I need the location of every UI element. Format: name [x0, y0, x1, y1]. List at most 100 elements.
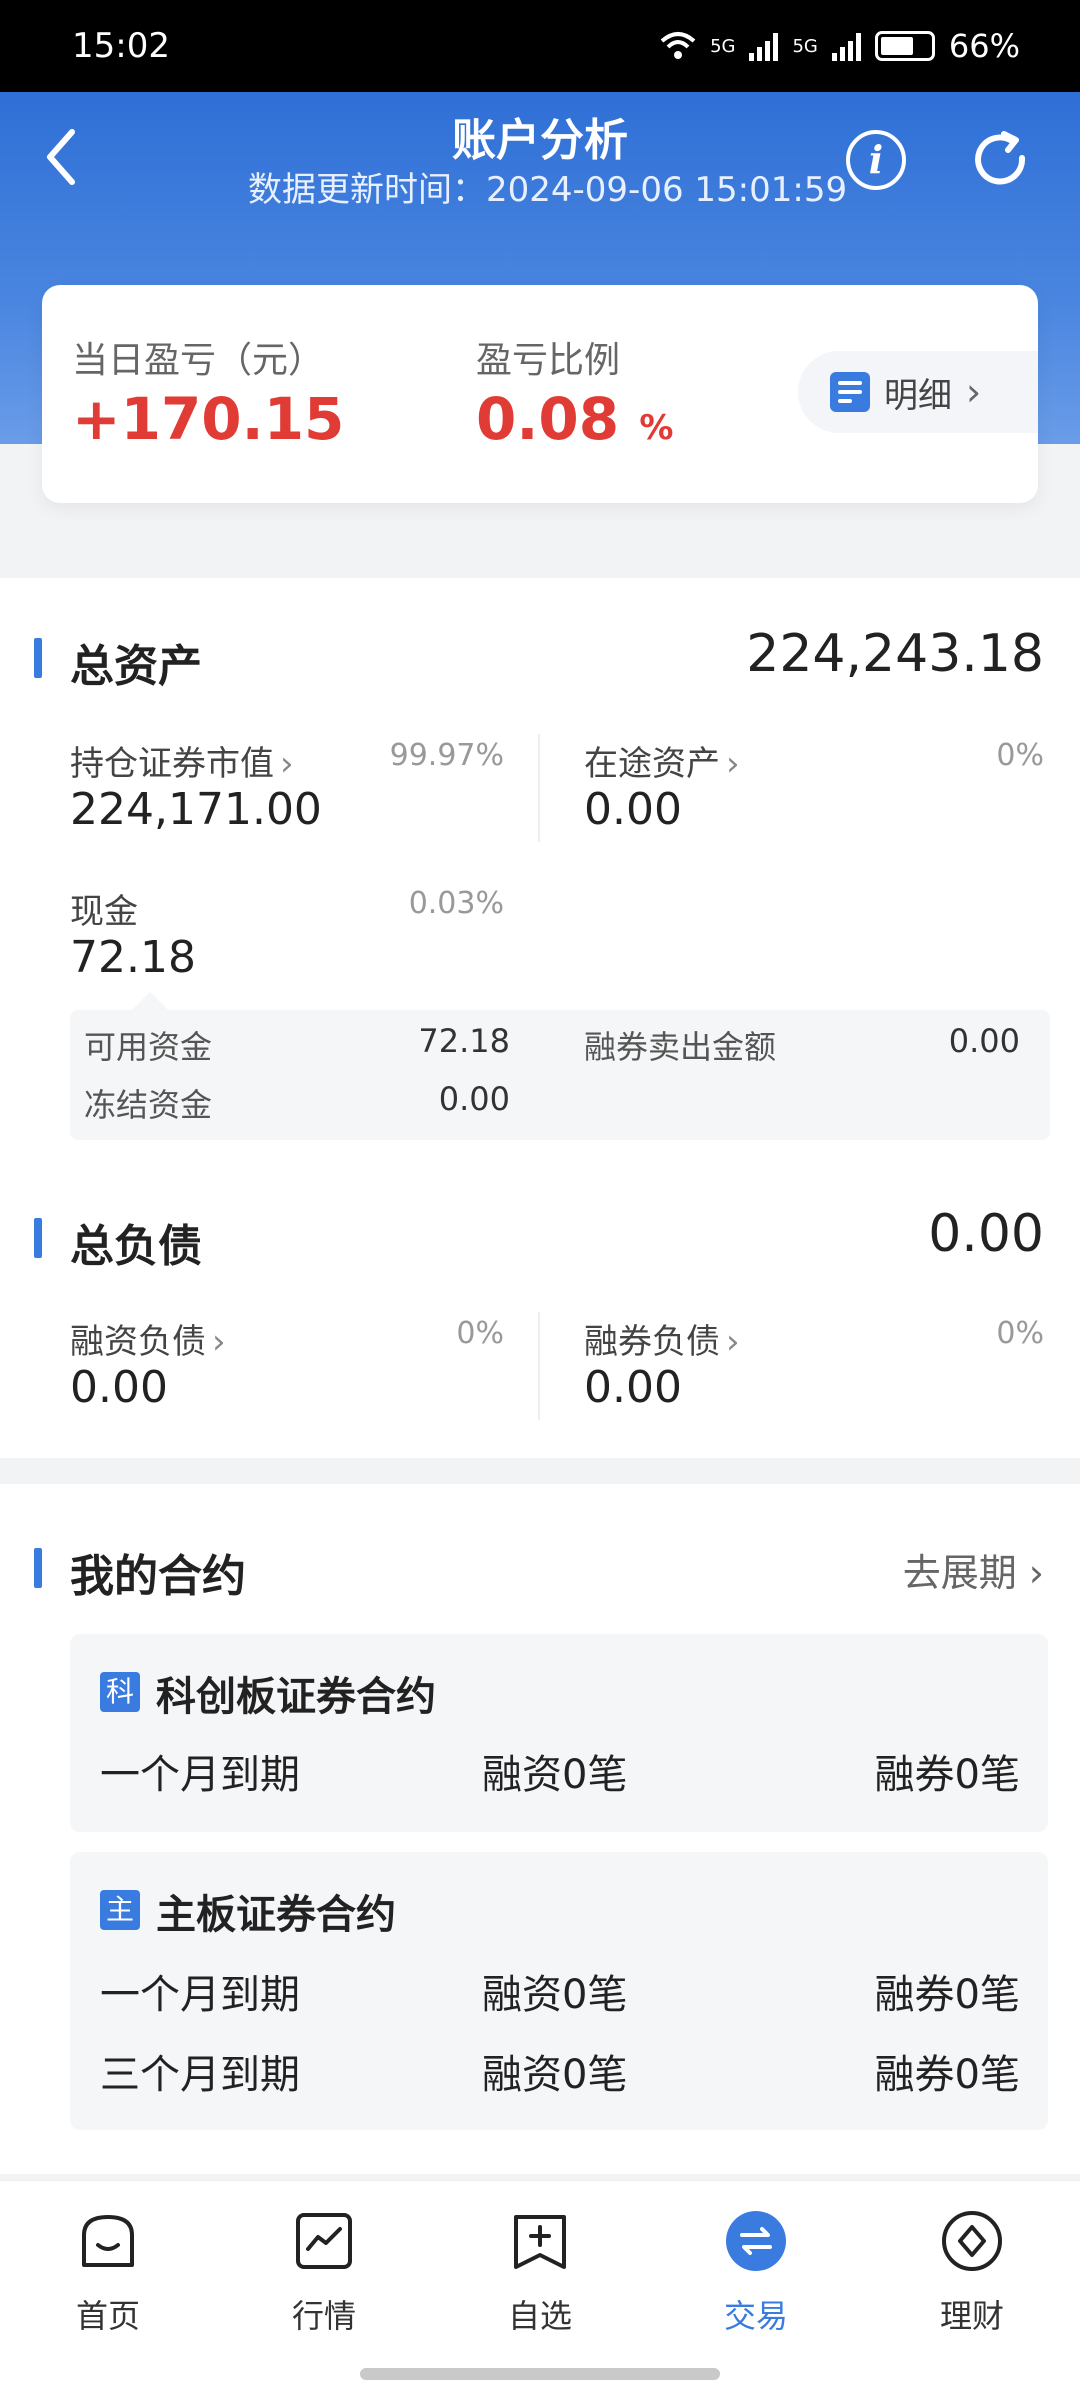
contract-card-title: 科创板证券合约: [156, 1674, 436, 1720]
pnl-ratio-unit: %: [639, 408, 674, 448]
nav-label: 自选: [507, 2297, 572, 2335]
refresh-button[interactable]: [970, 128, 1034, 192]
status-icons: 5G 5G 66%: [660, 27, 1020, 65]
contract-financing: 融资0笔: [482, 1972, 628, 2018]
daily-pnl-label: 当日盈亏（元）: [72, 340, 325, 381]
update-time-label: 数据更新时间：: [248, 170, 486, 210]
holdings-value: 224,171.00: [70, 784, 322, 835]
short-debt-value: 0.00: [584, 1362, 682, 1413]
contract-card-main[interactable]: 主 主板证券合约 一个月到期 融资0笔 融券0笔 三个月到期 融资0笔 融券0笔: [70, 1852, 1048, 2130]
trade-exchange-icon: [726, 2211, 786, 2271]
transit-pct: 0%: [996, 738, 1044, 773]
star-market-badge: 科: [100, 1672, 140, 1712]
cash-pointer: [132, 992, 168, 1010]
pnl-card: 当日盈亏（元） +170.15 盈亏比例 0.08 % 明细 ›: [42, 285, 1038, 503]
nav-label: 理财: [939, 2297, 1004, 2335]
margin-debt-label: 融资负债: [70, 1322, 206, 1362]
network-label-1: 5G: [710, 35, 736, 57]
nav-wealth[interactable]: 理财: [902, 2209, 1042, 2337]
home-icon: [82, 2215, 134, 2267]
column-divider: [538, 1312, 540, 1420]
contract-financing: 融资0笔: [482, 2052, 628, 2098]
market-chart-icon: [296, 2213, 352, 2269]
extend-label: 去展期: [902, 1551, 1017, 1595]
update-time-value: 2024-09-06 15:01:59: [486, 170, 848, 210]
info-button[interactable]: i: [846, 130, 906, 190]
status-bar: 15:02 5G 5G 66%: [0, 0, 1080, 92]
nav-label: 交易: [723, 2297, 788, 2335]
nav-watchlist[interactable]: 自选: [470, 2209, 610, 2337]
short-debt-label: 融券负债: [584, 1322, 720, 1362]
margin-debt-link[interactable]: 融资负债 ›: [70, 1314, 226, 1363]
chevron-right-icon: ›: [726, 744, 740, 784]
home-indicator[interactable]: [360, 2368, 720, 2380]
section-accent-bar: [34, 638, 42, 678]
chevron-right-icon: ›: [726, 1322, 740, 1362]
available-value: 72.18: [418, 1022, 510, 1060]
short-sale-label: 融券卖出金额: [584, 1028, 777, 1066]
daily-pnl-value: +170.15: [72, 385, 345, 453]
list-icon: [830, 372, 870, 412]
add-watchlist-icon: [514, 2215, 566, 2269]
contract-securities: 融券0笔: [874, 1752, 1020, 1798]
pnl-ratio-value-wrap: 0.08 %: [476, 385, 673, 453]
extend-link[interactable]: 去展期 ›: [903, 1542, 1044, 1597]
margin-debt-pct: 0%: [456, 1316, 504, 1351]
holdings-label: 持仓证券市值: [70, 744, 274, 784]
transit-label: 在途资产: [584, 744, 720, 784]
battery-icon: [874, 31, 935, 61]
nav-label: 首页: [75, 2297, 140, 2335]
status-time: 15:02: [72, 26, 170, 66]
contract-term: 一个月到期: [100, 1972, 300, 2018]
chevron-right-icon: ›: [966, 370, 982, 414]
contract-securities: 融券0笔: [874, 1972, 1020, 2018]
section-accent-bar: [34, 1548, 42, 1588]
transit-value: 0.00: [584, 784, 682, 835]
page-title: 账户分析: [452, 115, 628, 166]
assets-title: 总资产: [70, 641, 202, 692]
signal-icon-2: [831, 31, 861, 61]
transit-link[interactable]: 在途资产 ›: [584, 736, 740, 785]
nav-trade[interactable]: 交易: [686, 2209, 826, 2337]
frozen-value: 0.00: [438, 1080, 510, 1118]
frozen-label: 冻结资金: [84, 1086, 213, 1124]
available-label: 可用资金: [84, 1028, 213, 1066]
contracts-section: 我的合约 去展期 › 科 科创板证券合约 一个月到期 融资0笔 融券0笔 主 主…: [0, 1484, 1080, 2174]
signal-icon: [749, 31, 779, 61]
contract-card-title: 主板证券合约: [156, 1892, 396, 1938]
pnl-ratio-label: 盈亏比例: [476, 340, 621, 381]
nav-home[interactable]: 首页: [38, 2209, 178, 2337]
update-time: 数据更新时间：2024-09-06 15:01:59: [248, 162, 847, 211]
nav-market[interactable]: 行情: [254, 2209, 394, 2337]
chevron-right-icon: ›: [280, 744, 294, 784]
chevron-right-icon: ›: [1028, 1551, 1044, 1595]
nav-label: 行情: [291, 2297, 356, 2335]
holdings-link[interactable]: 持仓证券市值 ›: [70, 736, 294, 785]
short-debt-link[interactable]: 融券负债 ›: [584, 1314, 740, 1363]
main-board-badge: 主: [100, 1890, 140, 1930]
network-label-2: 5G: [792, 35, 818, 57]
contract-card-star[interactable]: 科 科创板证券合约 一个月到期 融资0笔 融券0笔: [70, 1634, 1048, 1832]
wifi-icon: [660, 32, 696, 59]
wealth-icon: [942, 2211, 1002, 2271]
liabilities-title: 总负债: [70, 1221, 202, 1272]
contracts-title: 我的合约: [70, 1551, 246, 1602]
contract-financing: 融资0笔: [482, 1752, 628, 1798]
short-debt-pct: 0%: [996, 1316, 1044, 1351]
assets-total: 224,243.18: [746, 624, 1044, 684]
cash-value: 72.18: [70, 932, 196, 983]
contract-securities: 融券0笔: [874, 2052, 1020, 2098]
column-divider: [538, 734, 540, 842]
cash-label: 现金: [70, 892, 138, 932]
margin-debt-value: 0.00: [70, 1362, 168, 1413]
holdings-pct: 99.97%: [389, 738, 504, 773]
battery-level: 66%: [948, 27, 1020, 65]
assets-section: 总资产 224,243.18 持仓证券市值 › 99.97% 224,171.00…: [0, 578, 1080, 1458]
bottom-nav: 首页 行情 自选 交易 理财: [0, 2180, 1080, 2400]
liabilities-total: 0.00: [928, 1204, 1044, 1264]
detail-label: 明细: [884, 375, 952, 416]
cash-breakdown: 可用资金 72.18 冻结资金 0.00 融券卖出金额 0.00: [70, 1010, 1050, 1140]
detail-button[interactable]: 明细 ›: [798, 351, 1038, 433]
pnl-ratio-value: 0.08: [476, 385, 620, 453]
short-sale-value: 0.00: [948, 1022, 1020, 1060]
